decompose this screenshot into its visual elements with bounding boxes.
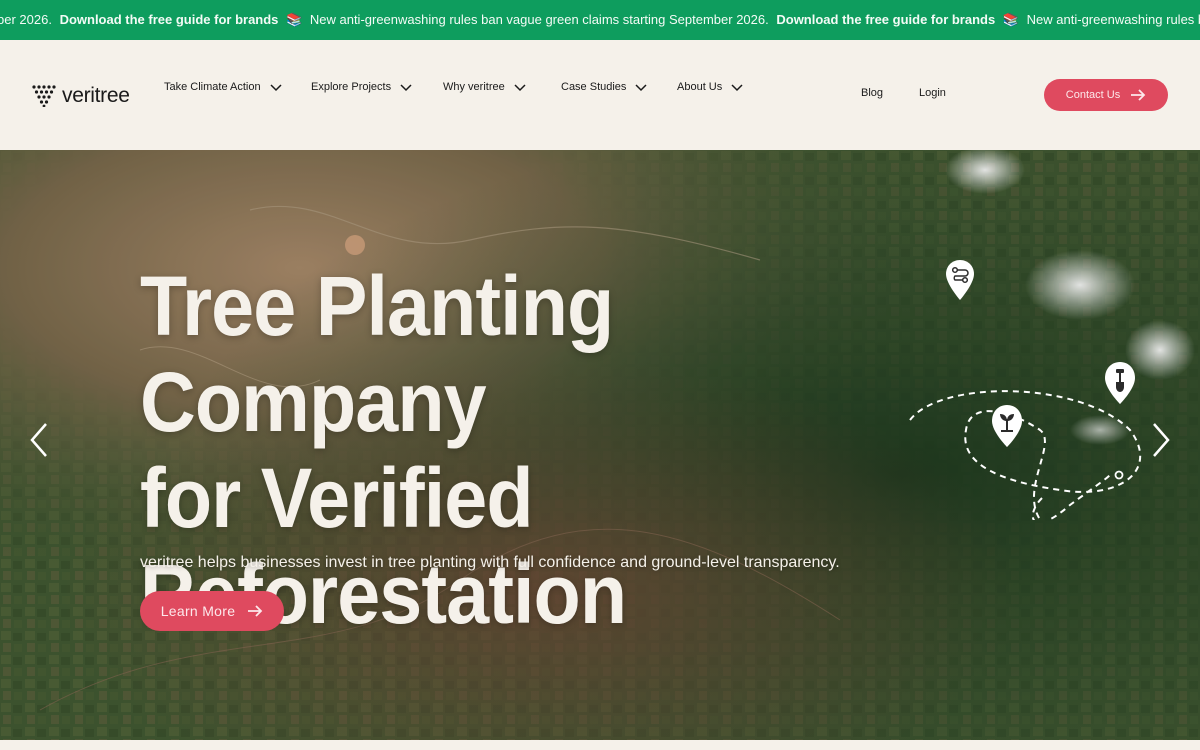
route-path <box>909 390 1142 520</box>
announcement-ticker[interactable]: ber 2026. Download the free guide for br… <box>0 0 1200 40</box>
chevron-down-icon <box>514 84 526 92</box>
tree-route-graphic <box>909 260 1142 520</box>
ticker-notice-2: New anti-greenwashing rules ban vague gr… <box>1026 12 1200 27</box>
ticker-track: ber 2026. Download the free guide for br… <box>0 0 1200 40</box>
contact-us-button[interactable]: Contact Us <box>1044 79 1168 111</box>
route-pin-icon <box>946 260 974 300</box>
chevron-down-icon <box>270 84 282 92</box>
ticker-notice: New anti-greenwashing rules ban vague gr… <box>309 12 769 27</box>
shovel-pin-icon <box>1105 362 1135 404</box>
hero-subtitle: veritree helps businesses invest in tree… <box>140 554 840 571</box>
nav-item-about-us[interactable]: About Us <box>677 80 744 94</box>
nav-item-explore-projects[interactable]: Explore Projects <box>311 80 413 94</box>
chevron-left-icon[interactable] <box>24 420 54 460</box>
books-emoji-icon: 📚 <box>286 12 303 27</box>
learn-more-button[interactable]: Learn More <box>140 591 284 631</box>
route-end-dot <box>1114 470 1124 480</box>
chevron-down-icon <box>400 84 412 92</box>
main-navigation: veritree Take Climate Action Explore Pro… <box>0 40 1200 150</box>
nav-link-blog[interactable]: Blog <box>861 87 883 99</box>
nav-item-label: Case Studies <box>561 81 627 93</box>
chevron-down-icon <box>635 84 647 92</box>
nav-item-why-veritree[interactable]: Why veritree <box>443 80 527 94</box>
nav-link-login[interactable]: Login <box>919 87 946 99</box>
veritree-mark-icon <box>32 85 56 107</box>
hero-title-line-1: Tree Planting Company <box>140 259 614 449</box>
nav-item-case-studies[interactable]: Case Studies <box>561 80 648 94</box>
hero-banner: Tree Planting Company for Verified Refor… <box>0 150 1200 740</box>
ticker-guide-link[interactable]: Download the free guide for brands <box>60 12 279 27</box>
sprout-pin-icon <box>992 405 1022 447</box>
chevron-down-icon <box>731 84 743 92</box>
contact-us-label: Contact Us <box>1065 89 1121 101</box>
nav-item-label: Explore Projects <box>311 81 392 93</box>
hero-title: Tree Planting Company for Verified Refor… <box>140 258 894 642</box>
hero-title-line-2: for Verified <box>140 451 534 545</box>
learn-more-label: Learn More <box>160 603 236 619</box>
books-emoji-icon-2: 📚 <box>1002 12 1020 27</box>
veritree-logo[interactable]: veritree <box>32 84 130 108</box>
nav-item-label: About Us <box>677 81 723 93</box>
ticker-text-lead: ber 2026. <box>0 12 52 27</box>
logo-wordmark: veritree <box>62 84 130 107</box>
arrow-right-icon <box>248 605 263 617</box>
section-divider <box>0 740 1200 750</box>
nav-item-take-climate-action[interactable]: Take Climate Action <box>164 80 283 94</box>
nav-item-label: Take Climate Action <box>164 81 261 93</box>
arrow-right-icon <box>1131 89 1146 101</box>
nav-item-label: Why veritree <box>443 81 505 93</box>
ticker-guide-link-2[interactable]: Download the free guide for brands <box>776 12 995 27</box>
